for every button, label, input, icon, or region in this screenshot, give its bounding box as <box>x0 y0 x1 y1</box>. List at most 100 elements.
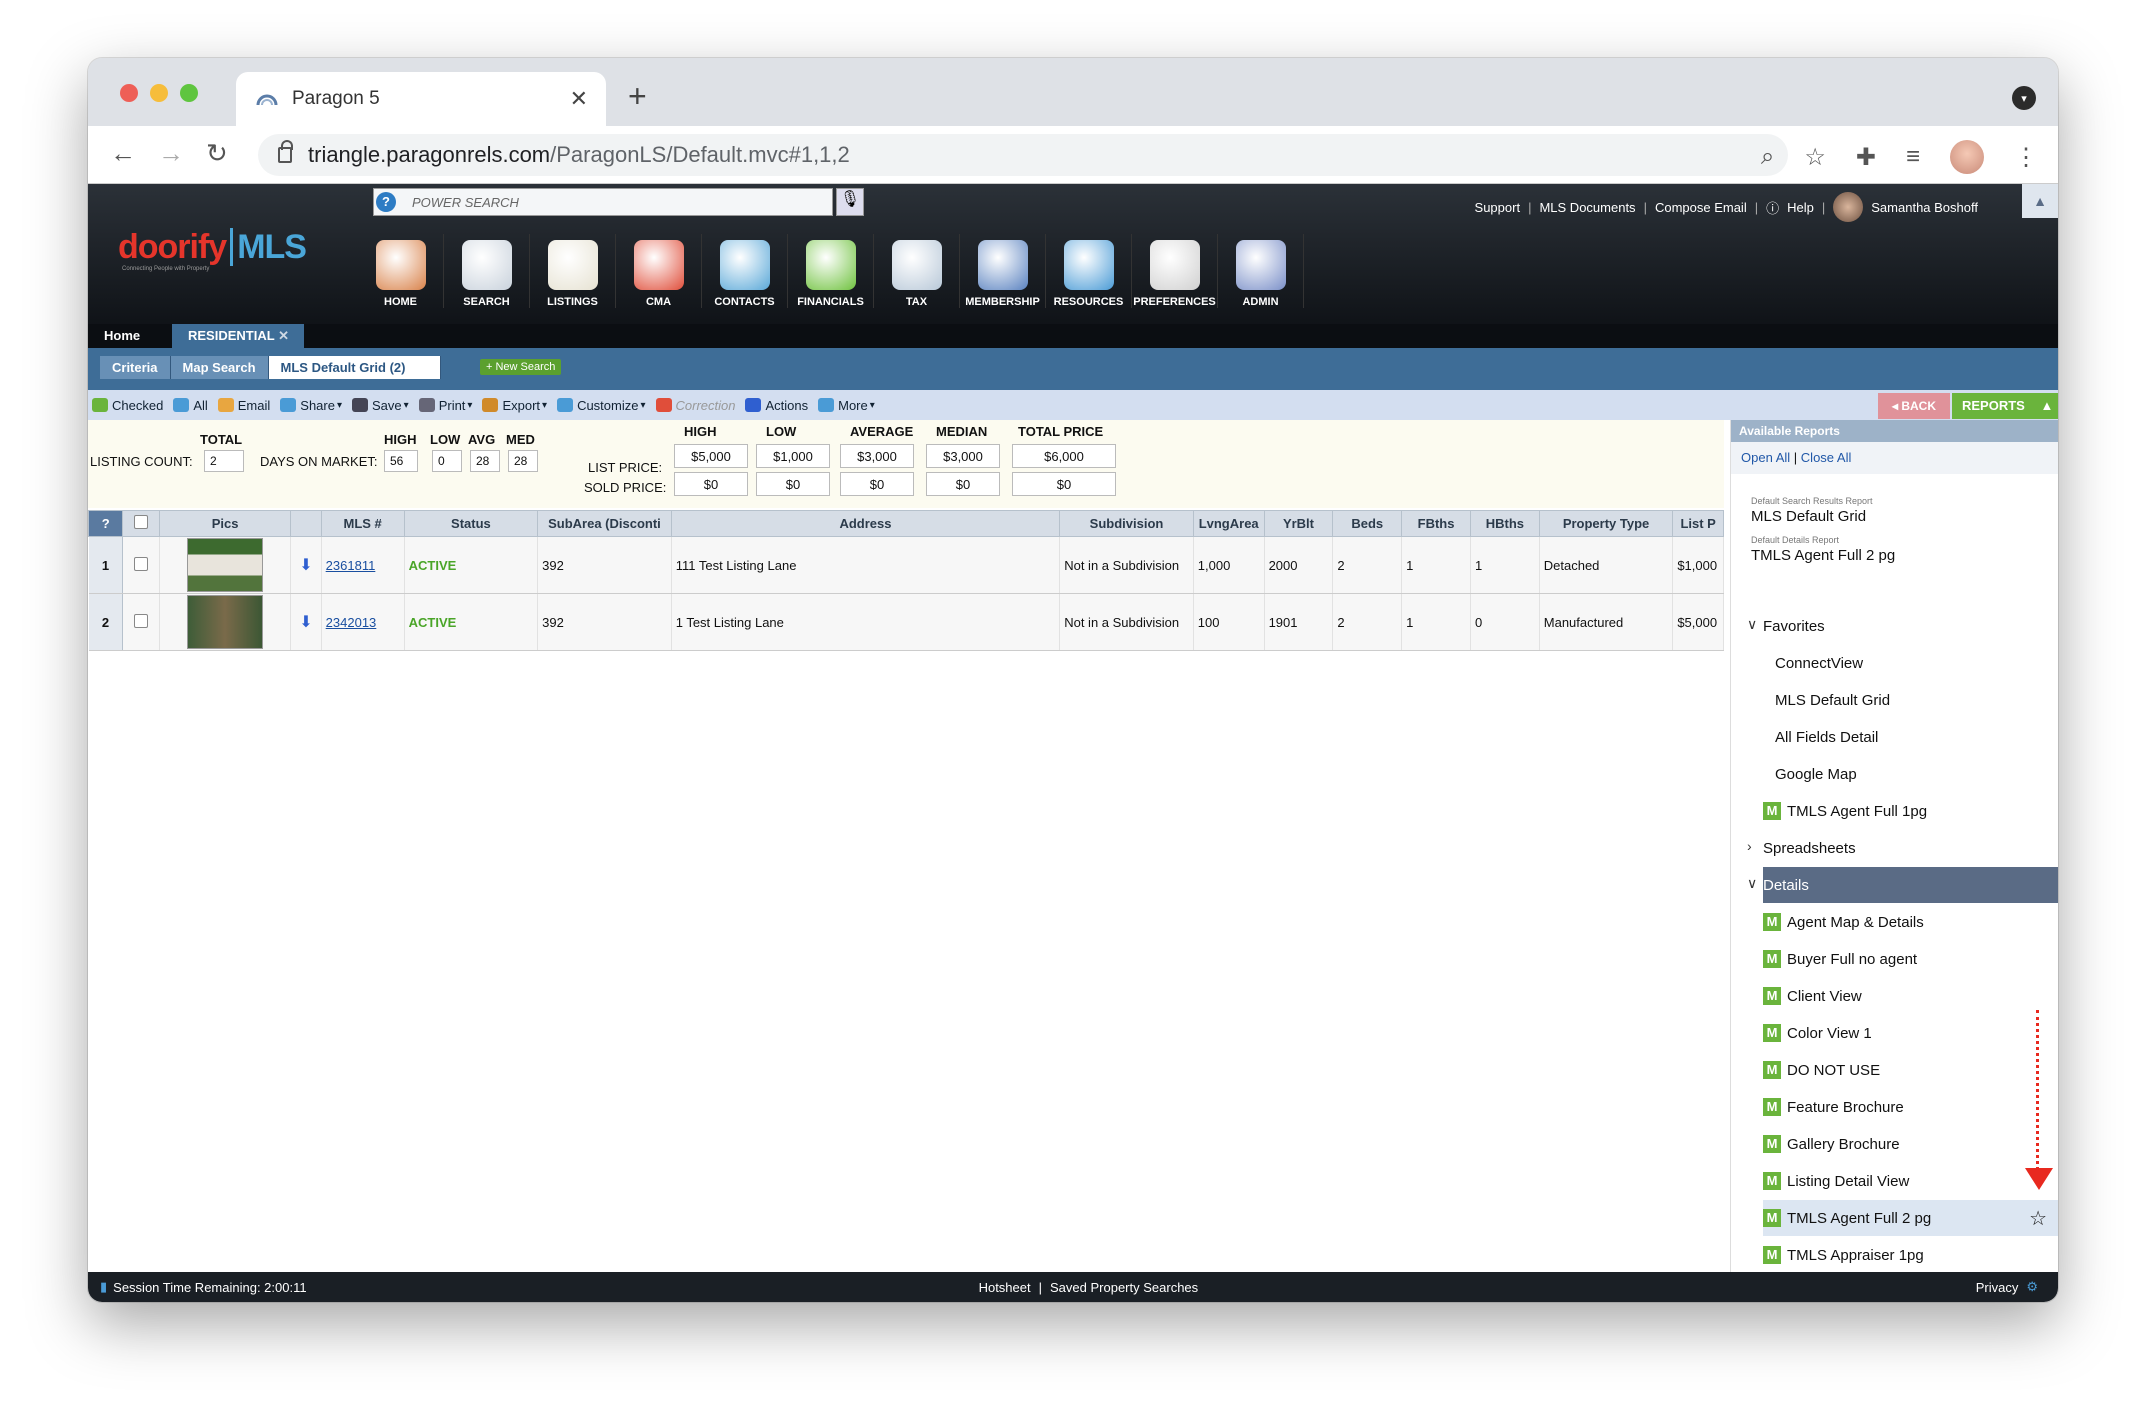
user-avatar[interactable] <box>1833 192 1864 222</box>
row-checkbox[interactable] <box>134 613 149 628</box>
forward-arrow-icon[interactable]: → <box>158 138 184 169</box>
browser-menu-icon[interactable]: ⋮ <box>2014 143 2038 172</box>
action-all[interactable]: All <box>173 398 208 413</box>
help-circle-icon[interactable]: ⓘ <box>1766 198 1779 217</box>
mls-documents-link[interactable]: MLS Documents <box>1539 200 1635 215</box>
bookmark-star-icon[interactable]: ☆ <box>1804 143 1826 172</box>
minimize-window-button[interactable] <box>150 84 168 102</box>
chevron-down-icon[interactable]: ∨ <box>1747 875 1757 892</box>
action-export[interactable]: Export ▾ <box>482 398 547 413</box>
url-field[interactable]: triangle.paragonrels.com/ParagonLS/Defau… <box>258 134 1788 176</box>
back-button[interactable]: ◂ BACK <box>1878 393 1950 419</box>
select-all-checkbox[interactable] <box>134 515 149 529</box>
report-item[interactable]: M Agent Map & Details <box>1763 904 2058 940</box>
browser-tab[interactable]: Paragon 5 ✕ <box>236 72 606 126</box>
column-header-15[interactable]: List P <box>1672 510 1724 537</box>
tab-home[interactable]: Home <box>104 328 140 343</box>
map-pin-icon[interactable]: ⬇ <box>299 614 312 631</box>
mls-number-link[interactable]: 2342013 <box>326 615 377 630</box>
row-checkbox[interactable] <box>134 556 149 571</box>
table-row[interactable]: 1 ⬇ 2361811 ACTIVE 392 111 Test Listing Lane N… <box>88 536 1724 594</box>
power-search-input[interactable]: POWER SEARCH <box>373 188 833 216</box>
default-details-report[interactable]: TMLS Agent Full 2 pg <box>1731 545 2058 566</box>
category-favorites[interactable]: Favorites <box>1763 608 2058 644</box>
column-header-0[interactable]: ? <box>88 510 124 537</box>
privacy-link[interactable]: Privacy <box>1976 1280 2019 1295</box>
menu-preferences[interactable]: PREFERENCES <box>1132 234 1218 308</box>
zoom-icon[interactable]: ⌕ <box>1761 143 1774 171</box>
table-row[interactable]: 2 ⬇ 2342013 ACTIVE 392 1 Test Listing Lane Not… <box>88 593 1724 651</box>
chevron-down-icon[interactable]: ∨ <box>1747 616 1757 633</box>
category-details[interactable]: Details <box>1763 867 2058 903</box>
menu-tax[interactable]: TAX <box>874 234 960 308</box>
report-item[interactable]: ConnectView <box>1763 645 2058 681</box>
power-search-help-icon[interactable]: ? <box>376 192 396 212</box>
action-customize[interactable]: Customize ▾ <box>557 398 646 413</box>
category-spreadsheets[interactable]: Spreadsheets <box>1763 830 2058 866</box>
menu-resources[interactable]: RESOURCES <box>1046 234 1132 308</box>
tab-search-icon[interactable]: ▾ <box>2012 86 2036 110</box>
column-header-4[interactable]: MLS # <box>320 510 405 537</box>
back-arrow-icon[interactable]: ← <box>110 138 136 169</box>
close-window-button[interactable] <box>120 84 138 102</box>
report-item[interactable]: M Gallery Brochure <box>1763 1126 2058 1162</box>
report-item[interactable]: MLS Default Grid <box>1763 682 2058 718</box>
tab-mls-default-grid[interactable]: MLS Default Grid (2) <box>268 356 441 379</box>
menu-listings[interactable]: LISTINGS <box>530 234 616 308</box>
microphone-icon[interactable]: 🎙 <box>836 188 864 216</box>
extensions-icon[interactable]: ✚ <box>1856 143 1876 172</box>
settings-gear-icon[interactable]: ⚙ <box>2026 1279 2038 1295</box>
column-header-13[interactable]: HBths <box>1469 510 1540 537</box>
menu-cma[interactable]: CMA <box>616 234 702 308</box>
menu-home[interactable]: HOME <box>358 234 444 308</box>
doorify-mls-logo[interactable]: doorify MLS Connecting People with Proper… <box>118 228 307 272</box>
column-header-12[interactable]: FBths <box>1401 510 1471 537</box>
zoom-window-button[interactable] <box>180 84 198 102</box>
new-tab-icon[interactable]: + <box>628 78 647 115</box>
tab-criteria[interactable]: Criteria <box>100 356 171 379</box>
action-checked[interactable]: Checked <box>92 398 163 413</box>
action-actions[interactable]: Actions <box>745 398 808 413</box>
hotsheet-link[interactable]: Hotsheet <box>979 1280 1031 1295</box>
report-item[interactable]: M Color View 1 <box>1763 1015 2058 1051</box>
close-all-link[interactable]: Close All <box>1801 450 1852 465</box>
column-header-10[interactable]: YrBlt <box>1263 510 1334 537</box>
menu-financials[interactable]: FINANCIALS <box>788 234 874 308</box>
listing-photo[interactable] <box>187 538 264 592</box>
menu-search[interactable]: SEARCH <box>444 234 530 308</box>
report-item[interactable]: M Client View <box>1763 978 2058 1014</box>
report-item[interactable]: M TMLS Appraiser 1pg <box>1763 1237 2058 1273</box>
close-tab-residential-icon[interactable]: ✕ <box>278 328 289 343</box>
column-header-3[interactable] <box>290 510 322 537</box>
report-item[interactable]: M DO NOT USE <box>1763 1052 2058 1088</box>
map-pin-icon[interactable]: ⬇ <box>299 557 312 574</box>
column-header-14[interactable]: Property Type <box>1538 510 1674 537</box>
mls-number-link[interactable]: 2361811 <box>326 558 376 573</box>
column-header-8[interactable]: Subdivision <box>1059 510 1194 537</box>
column-header-2[interactable]: Pics <box>158 510 292 537</box>
chevron-right-icon[interactable]: › <box>1747 838 1752 854</box>
column-header-7[interactable]: Address <box>670 510 1061 537</box>
report-item[interactable]: M TMLS Agent Full 1pg <box>1763 793 2058 829</box>
collapse-header-icon[interactable]: ▲ <box>2022 184 2058 218</box>
column-header-5[interactable]: Status <box>403 510 539 537</box>
tab-map-search[interactable]: Map Search <box>170 356 269 379</box>
report-item[interactable]: Google Map <box>1763 756 2058 792</box>
help-link[interactable]: Help <box>1787 200 1814 215</box>
menu-membership[interactable]: MEMBERSHIP <box>960 234 1046 308</box>
compose-email-link[interactable]: Compose Email <box>1655 200 1747 215</box>
user-name[interactable]: Samantha Boshoff <box>1871 200 1978 215</box>
column-header-9[interactable]: LvngArea <box>1192 510 1265 537</box>
open-all-link[interactable]: Open All <box>1741 450 1790 465</box>
action-share[interactable]: Share ▾ <box>280 398 342 413</box>
column-header-11[interactable]: Beds <box>1332 510 1403 537</box>
close-tab-icon[interactable]: ✕ <box>570 86 588 112</box>
action-correction[interactable]: Correction <box>655 398 735 413</box>
reports-button[interactable]: REPORTS ▲ <box>1952 393 2058 419</box>
listing-photo[interactable] <box>187 595 264 649</box>
report-item[interactable]: All Fields Detail <box>1763 719 2058 755</box>
favorite-star-icon[interactable]: ☆ <box>2029 1206 2047 1231</box>
action-email[interactable]: Email <box>217 398 270 413</box>
action-more[interactable]: More ▾ <box>818 398 875 413</box>
reload-icon[interactable]: ↻ <box>206 138 228 169</box>
